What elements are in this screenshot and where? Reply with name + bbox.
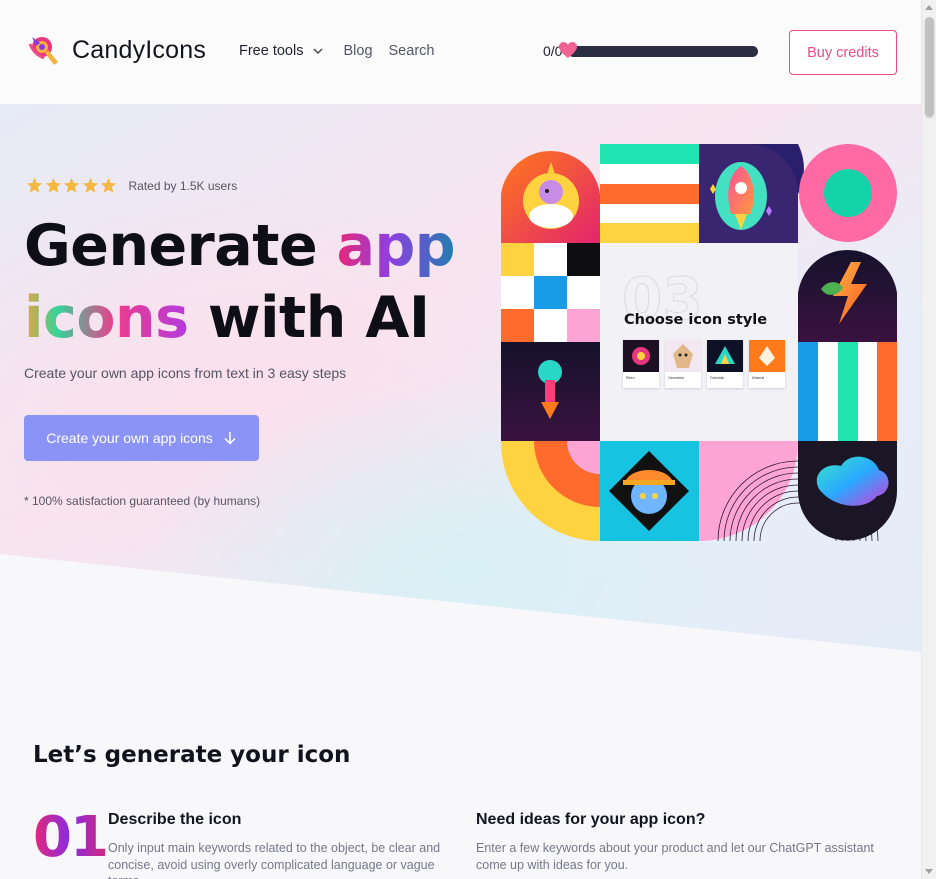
create-icons-button-label: Create your own app icons: [46, 430, 213, 446]
style-label-retro: Retro: [626, 376, 635, 380]
style-label-futuristic: Futuristic: [710, 376, 725, 380]
page-scrollbar[interactable]: [921, 0, 936, 879]
minimal-style-icon: [749, 340, 785, 372]
headline-part-icons: icons: [24, 285, 189, 351]
guarantee-note: * 100% satisfaction guaranteed (by human…: [24, 494, 261, 508]
style-label-minimal: Minimal: [752, 376, 765, 380]
style-thumb-retro[interactable]: Retro: [623, 340, 659, 388]
candy-logo-icon: [26, 32, 62, 68]
hero-headline: Generate app icons with AI: [24, 210, 456, 354]
chevron-down-icon: [313, 48, 323, 54]
retro-style-icon: [623, 340, 659, 372]
geometric-style-icon: [665, 340, 701, 372]
scrollbar-thumb[interactable]: [925, 17, 934, 117]
style-thumb-minimal[interactable]: Minimal: [749, 340, 785, 388]
step-1-number: 01: [33, 805, 109, 870]
ideas-title: Need ideas for your app icon?: [476, 811, 706, 828]
nav-free-tools-label: Free tools: [239, 43, 304, 59]
headline-part-generate: Generate: [24, 213, 337, 279]
create-icons-button[interactable]: Create your own app icons: [24, 415, 259, 461]
rocket-tile: [699, 144, 804, 243]
futuristic-style-icon: [707, 340, 743, 372]
arrow-down-icon: [224, 432, 236, 445]
star-icon: [63, 177, 80, 193]
top-navigation-bar: CandyIcons Free tools Blog Search 0/0 Bu…: [0, 0, 921, 104]
cloud-blob-tile: [798, 441, 897, 541]
rainbow-arc-tile: [501, 441, 600, 541]
cat-hat-tile: [600, 441, 699, 541]
buy-credits-button[interactable]: Buy credits: [789, 30, 897, 75]
main-nav: Free tools Blog Search: [239, 43, 434, 59]
style-thumb-geometric[interactable]: Geometric: [665, 340, 701, 388]
credits-progress-bar: [559, 41, 759, 58]
scroll-down-arrow-icon[interactable]: [925, 869, 933, 874]
lightning-bolt-tile: [798, 250, 897, 342]
star-icon: [82, 177, 98, 193]
rating-row: Rated by 1.5K users: [26, 177, 237, 194]
scroll-up-arrow-icon[interactable]: [925, 5, 933, 10]
choose-style-card: 03 Choose icon style Retro Geometric Fut…: [600, 243, 798, 441]
brand-logo-link[interactable]: CandyIcons: [26, 32, 206, 68]
donut-tile: [799, 144, 897, 242]
rating-stars: [26, 177, 119, 194]
nav-search-link[interactable]: Search: [389, 43, 435, 59]
nav-free-tools-dropdown[interactable]: Free tools: [239, 43, 323, 59]
headline-part-app: app: [336, 213, 456, 279]
icon-showcase-mosaic: 03 Choose icon style Retro Geometric Fut…: [501, 144, 897, 541]
star-icon: [100, 177, 117, 193]
unicorn-cup-tile: [501, 151, 600, 243]
hero-subtitle: Create your own app icons from text in 3…: [24, 365, 347, 381]
credits-indicator: 0/0: [543, 41, 759, 59]
headline-part-with-ai: with AI: [188, 285, 430, 351]
style-label-geometric: Geometric: [668, 376, 685, 380]
star-icon: [45, 177, 61, 193]
ideas-description: Enter a few keywords about your product …: [476, 841, 874, 872]
style-thumb-futuristic[interactable]: Futuristic: [707, 340, 743, 388]
heart-icon: [559, 41, 578, 58]
vertical-stripes-tile: [798, 342, 897, 441]
choose-style-title: Choose icon style: [624, 312, 768, 328]
step-1-title: Describe the icon: [108, 811, 242, 828]
steps-section-title: Let’s generate your icon: [33, 742, 351, 768]
rating-text: Rated by 1.5K users: [128, 178, 238, 193]
checker-tile: [501, 243, 600, 342]
nav-blog-link[interactable]: Blog: [343, 43, 372, 59]
dark-rocket-tile: [501, 342, 600, 441]
step-1-description: Only input main keywords related to the …: [108, 841, 441, 879]
brand-name: CandyIcons: [72, 35, 207, 64]
style-thumbnails: Retro Geometric Futuristic Minimal: [623, 340, 791, 388]
star-icon: [26, 177, 43, 193]
stripes-tile: [600, 144, 699, 243]
